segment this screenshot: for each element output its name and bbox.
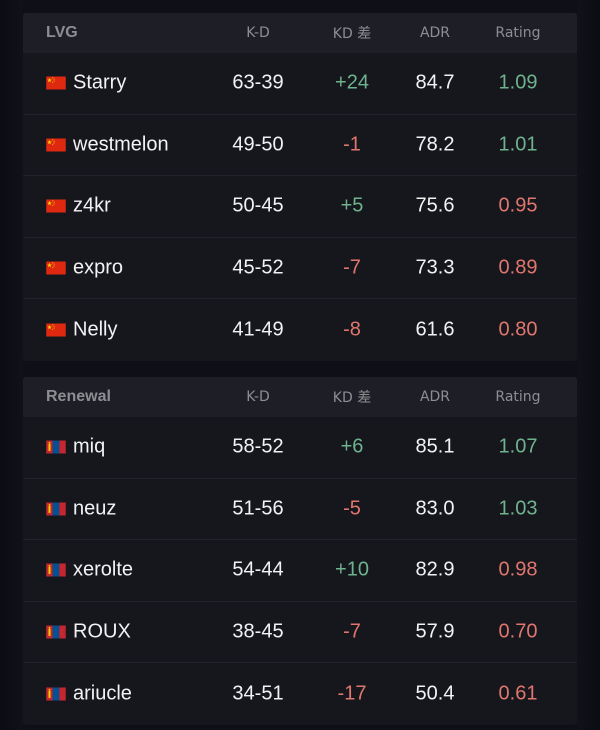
table-header: LVG K-D KD 差 ADR Rating — [23, 13, 577, 53]
player-kd: 51-56 — [232, 497, 284, 520]
player-kd: 58-52 — [232, 435, 284, 458]
player-kd: 49-50 — [232, 133, 284, 156]
player-kd-diff: -7 — [343, 256, 361, 279]
china-flag-icon — [46, 138, 66, 152]
china-flag-icon — [46, 323, 66, 337]
player-name[interactable]: z4kr — [73, 195, 111, 218]
player-name[interactable]: ROUX — [73, 621, 131, 644]
player-rating: 0.80 — [498, 318, 538, 341]
column-header-kd: K-D — [246, 389, 270, 405]
player-rows: Starry 63-39 +24 84.7 1.09 westmelon 49-… — [23, 53, 577, 361]
player-kd-diff: -5 — [343, 497, 361, 520]
china-flag-icon — [46, 261, 66, 275]
column-header-rating: Rating — [495, 25, 541, 41]
player-kd: 41-49 — [232, 318, 284, 341]
player-row[interactable]: ariucle 34-51 -17 50.4 0.61 — [23, 663, 577, 725]
player-row[interactable]: Starry 63-39 +24 84.7 1.09 — [23, 53, 577, 115]
player-rating: 1.03 — [498, 497, 538, 520]
player-rating: 0.61 — [498, 682, 538, 705]
player-kd: 34-51 — [232, 682, 284, 705]
player-kd: 63-39 — [232, 71, 284, 94]
player-rating: 1.01 — [498, 133, 538, 156]
player-name[interactable]: Nelly — [73, 319, 117, 342]
mongolia-flag-icon — [46, 563, 66, 577]
background-right — [577, 0, 600, 730]
player-kd-diff: -1 — [343, 133, 361, 156]
player-adr: 83.0 — [415, 497, 455, 520]
column-header-kd: K-D — [246, 25, 270, 41]
player-rating: 0.89 — [498, 256, 538, 279]
player-row[interactable]: neuz 51-56 -5 83.0 1.03 — [23, 479, 577, 541]
player-row[interactable]: miq 58-52 +6 85.1 1.07 — [23, 417, 577, 479]
china-flag-icon — [46, 76, 66, 90]
team-stats-panel-renewal: Renewal K-D KD 差 ADR Rating miq 58-52 +6… — [23, 377, 577, 725]
player-name[interactable]: Starry — [73, 72, 126, 95]
player-kd: 50-45 — [232, 194, 284, 217]
player-kd: 54-44 — [232, 558, 284, 581]
player-adr: 78.2 — [415, 133, 455, 156]
player-rating: 1.07 — [498, 435, 538, 458]
mongolia-flag-icon — [46, 502, 66, 516]
player-rows: miq 58-52 +6 85.1 1.07 neuz 51-56 -5 83.… — [23, 417, 577, 725]
player-adr: 57.9 — [415, 620, 455, 643]
column-header-kd-diff: KD 差 — [332, 390, 372, 406]
player-kd: 45-52 — [232, 256, 284, 279]
player-adr: 73.3 — [415, 256, 455, 279]
background-left — [0, 0, 23, 730]
player-kd-diff: -17 — [337, 682, 367, 705]
player-kd: 38-45 — [232, 620, 284, 643]
player-rating: 1.09 — [498, 71, 538, 94]
team-name: Renewal — [46, 388, 111, 405]
player-adr: 85.1 — [415, 435, 455, 458]
player-adr: 75.6 — [415, 194, 455, 217]
team-name: LVG — [46, 24, 78, 41]
player-row[interactable]: xerolte 54-44 +10 82.9 0.98 — [23, 540, 577, 602]
player-adr: 84.7 — [415, 71, 455, 94]
player-row[interactable]: expro 45-52 -7 73.3 0.89 — [23, 238, 577, 300]
player-kd-diff: -8 — [343, 318, 361, 341]
mongolia-flag-icon — [46, 440, 66, 454]
player-name[interactable]: expro — [73, 257, 123, 280]
player-name[interactable]: ariucle — [73, 683, 132, 706]
player-rating: 0.98 — [498, 558, 538, 581]
player-kd-diff: -7 — [343, 620, 361, 643]
player-row[interactable]: z4kr 50-45 +5 75.6 0.95 — [23, 176, 577, 238]
player-adr: 50.4 — [415, 682, 455, 705]
player-row[interactable]: ROUX 38-45 -7 57.9 0.70 — [23, 602, 577, 664]
player-name[interactable]: neuz — [73, 497, 116, 520]
mongolia-flag-icon — [46, 687, 66, 701]
china-flag-icon — [46, 199, 66, 213]
column-header-adr: ADR — [419, 389, 451, 405]
player-name[interactable]: xerolte — [73, 559, 133, 582]
column-header-rating: Rating — [495, 389, 541, 405]
table-header: Renewal K-D KD 差 ADR Rating — [23, 377, 577, 417]
player-name[interactable]: westmelon — [73, 133, 169, 156]
team-stats-panel-lvg: LVG K-D KD 差 ADR Rating Starry 63-39 +24… — [23, 13, 577, 361]
player-rating: 0.95 — [498, 194, 538, 217]
player-kd-diff: +6 — [340, 435, 364, 458]
player-row[interactable]: Nelly 41-49 -8 61.6 0.80 — [23, 299, 577, 361]
player-kd-diff: +24 — [335, 71, 369, 94]
player-rating: 0.70 — [498, 620, 538, 643]
column-header-kd-diff: KD 差 — [332, 26, 372, 42]
mongolia-flag-icon — [46, 625, 66, 639]
player-adr: 61.6 — [415, 318, 455, 341]
player-row[interactable]: westmelon 49-50 -1 78.2 1.01 — [23, 115, 577, 177]
player-kd-diff: +10 — [335, 558, 369, 581]
column-header-adr: ADR — [419, 25, 451, 41]
player-name[interactable]: miq — [73, 436, 105, 459]
player-adr: 82.9 — [415, 558, 455, 581]
player-kd-diff: +5 — [340, 194, 364, 217]
